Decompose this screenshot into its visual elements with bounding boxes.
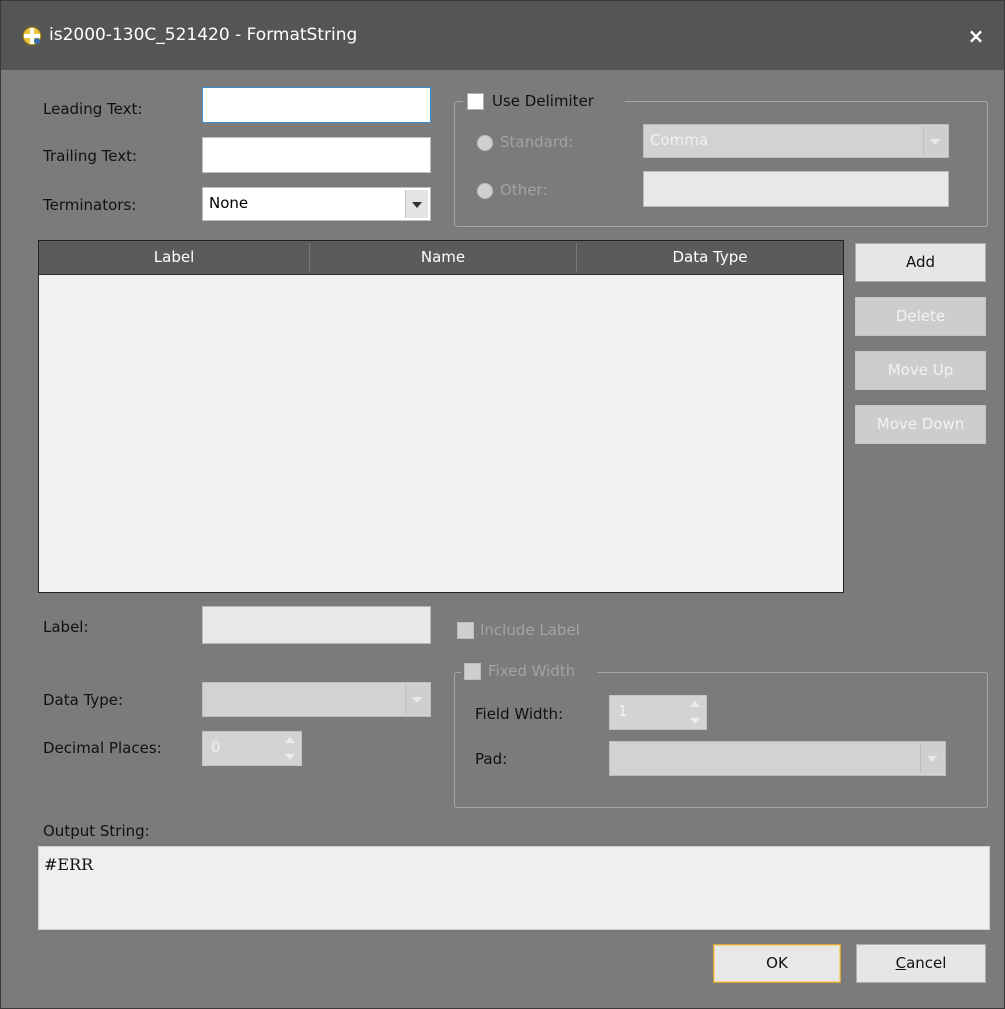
field-width-stepper[interactable]: 1	[609, 695, 707, 730]
cancel-mnemonic: C	[895, 954, 907, 972]
include-label-checkbox[interactable]	[457, 622, 474, 639]
standard-delimiter-value: Comma	[650, 131, 709, 149]
column-header-data-type[interactable]: Data Type	[577, 241, 843, 274]
output-string-field[interactable]: #ERR	[38, 846, 990, 930]
table-header: Label Name Data Type	[39, 241, 843, 275]
leading-text-input[interactable]	[202, 87, 431, 123]
cancel-label-rest: ancel	[906, 954, 947, 972]
delete-button[interactable]: Delete	[855, 297, 986, 336]
fixed-width-checkbox[interactable]	[464, 663, 481, 680]
standard-radio[interactable]	[477, 135, 493, 151]
terminators-label: Terminators:	[43, 196, 137, 214]
pad-label: Pad:	[475, 750, 508, 768]
other-radio[interactable]	[477, 183, 493, 199]
output-string-label: Output String:	[43, 822, 150, 840]
fields-table[interactable]: Label Name Data Type	[38, 240, 844, 593]
data-type-select[interactable]	[202, 682, 431, 717]
chevron-down-icon[interactable]	[923, 127, 946, 155]
delimiter-group	[454, 101, 988, 227]
move-down-button[interactable]: Move Down	[855, 405, 986, 444]
chevron-down-icon[interactable]	[405, 685, 428, 714]
app-icon	[22, 26, 42, 46]
label-field-label: Label:	[43, 618, 89, 636]
other-delimiter-input[interactable]	[643, 171, 949, 207]
field-width-value: 1	[618, 702, 628, 720]
add-button[interactable]: Add	[855, 243, 986, 282]
spin-down-icon[interactable]	[285, 754, 295, 760]
close-button[interactable]: ×	[963, 23, 989, 49]
fixed-width-group	[454, 672, 988, 808]
pad-select[interactable]	[609, 741, 946, 776]
use-delimiter-checkbox[interactable]	[467, 93, 484, 110]
ok-button[interactable]: OK	[713, 944, 841, 983]
terminators-value: None	[209, 194, 249, 212]
column-header-label[interactable]: Label	[39, 241, 309, 274]
cancel-button[interactable]: Cancel	[856, 944, 986, 983]
spin-up-icon[interactable]	[285, 737, 295, 743]
decimal-places-label: Decimal Places:	[43, 739, 162, 757]
label-input[interactable]	[202, 606, 431, 644]
move-up-button[interactable]: Move Up	[855, 351, 986, 390]
other-label: Other:	[500, 181, 548, 199]
standard-label: Standard:	[500, 133, 574, 151]
trailing-text-input[interactable]	[202, 137, 431, 173]
decimal-places-stepper[interactable]: 0	[202, 731, 302, 766]
window-title: is2000-130C_521420 - FormatString	[49, 25, 358, 45]
leading-text-label: Leading Text:	[43, 100, 143, 118]
title-bar: is2000-130C_521420 - FormatString ×	[1, 1, 1004, 70]
terminators-select[interactable]: None	[202, 187, 431, 221]
fixed-width-label: Fixed Width	[488, 662, 576, 680]
standard-delimiter-select[interactable]: Comma	[643, 124, 949, 158]
format-string-dialog: is2000-130C_521420 - FormatString × Lead…	[0, 0, 1005, 1009]
spin-up-icon[interactable]	[690, 701, 700, 707]
include-label-label: Include Label	[480, 621, 580, 639]
decimal-places-value: 0	[211, 738, 221, 756]
chevron-down-icon[interactable]	[405, 190, 428, 218]
chevron-down-icon[interactable]	[920, 744, 943, 773]
use-delimiter-label: Use Delimiter	[492, 92, 594, 110]
spin-down-icon[interactable]	[690, 718, 700, 724]
trailing-text-label: Trailing Text:	[43, 147, 138, 165]
field-width-label: Field Width:	[475, 705, 564, 723]
data-type-label: Data Type:	[43, 691, 124, 709]
column-header-name[interactable]: Name	[310, 241, 576, 274]
